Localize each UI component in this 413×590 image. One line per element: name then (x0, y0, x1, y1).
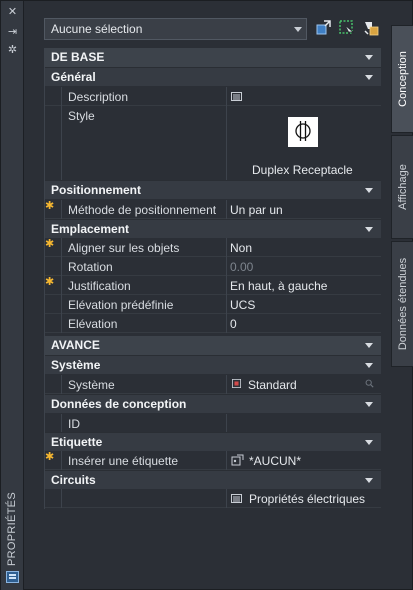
required-star-icon: ✱ (45, 200, 55, 212)
toggle-pickadd-icon[interactable] (315, 19, 333, 37)
selection-value: Aucune sélection (51, 22, 143, 36)
duplex-receptacle-preview-icon[interactable] (288, 117, 318, 147)
property-row-elevation[interactable]: Elévation 0 (45, 314, 381, 333)
chevron-down-icon (365, 343, 373, 348)
property-row-systeme[interactable]: Système Standard (45, 375, 381, 394)
tab-conception[interactable]: Conception (391, 25, 413, 133)
style-name: Duplex Receptacle (252, 163, 353, 177)
chevron-down-icon (294, 27, 302, 32)
property-row-elevation-predefinie[interactable]: Elévation prédéfinie UCS (45, 295, 381, 314)
palette-title: PROPRIÉTÉS (6, 492, 18, 566)
section-avance[interactable]: AVANCE (45, 336, 381, 355)
tag-icon (231, 454, 244, 466)
selection-dropdown[interactable]: Aucune sélection (44, 18, 307, 40)
property-row-id[interactable]: ID (45, 414, 381, 433)
property-row-justification[interactable]: ✱ Justification En haut, à gauche (45, 276, 381, 295)
category-circuits[interactable]: Circuits (45, 470, 381, 489)
chevron-down-icon (365, 440, 373, 445)
property-row-description[interactable]: Description (45, 87, 381, 106)
property-row-style[interactable]: Style Duplex Receptacle (45, 106, 381, 182)
category-etiquette[interactable]: Etiquette (45, 432, 381, 451)
properties-menu-icon[interactable]: ✲ (5, 43, 20, 57)
property-row-rotation[interactable]: Rotation 0.00 (45, 257, 381, 276)
section-de-base[interactable]: DE BASE (45, 48, 381, 67)
property-row-methode[interactable]: ✱ Méthode de positionnement Un par un (45, 200, 381, 219)
category-donnees-de-conception[interactable]: Données de conception (45, 394, 381, 413)
palette-icon (6, 571, 19, 583)
close-icon[interactable]: ✕ (5, 5, 20, 19)
category-systeme[interactable]: Système (45, 355, 381, 374)
property-grid: DE BASE Général Description Style Duplex… (44, 48, 381, 509)
chevron-down-icon (365, 55, 373, 60)
search-icon[interactable] (364, 379, 375, 388)
required-star-icon: ✱ (45, 238, 55, 250)
property-row-aligner[interactable]: ✱ Aligner sur les objets Non (45, 238, 381, 257)
required-star-icon: ✱ (45, 451, 55, 463)
system-icon (232, 379, 241, 388)
property-row-proprietes-electriques[interactable]: Propriétés électriques (45, 489, 381, 508)
properties-palette: ✕ ⇥ ✲ PROPRIÉTÉS Aucune sélection DE BAS… (0, 0, 413, 590)
tab-affichage[interactable]: Affichage (391, 135, 413, 239)
chevron-down-icon (365, 75, 373, 80)
description-edit-icon[interactable] (231, 92, 242, 101)
chevron-down-icon (365, 188, 373, 193)
electrical-properties-icon[interactable] (231, 494, 242, 503)
palette-title-strip: ✕ ⇥ ✲ PROPRIÉTÉS (1, 1, 24, 590)
category-general[interactable]: Général (45, 67, 381, 86)
chevron-down-icon (365, 478, 373, 483)
category-emplacement[interactable]: Emplacement (45, 219, 381, 238)
tab-donnees-etendues[interactable]: Données étendues (391, 241, 413, 367)
chevron-down-icon (365, 402, 373, 407)
chevron-down-icon (365, 227, 373, 232)
chevron-down-icon (365, 363, 373, 368)
property-row-inserer-etiquette[interactable]: ✱ Insérer une étiquette *AUCUN* (45, 451, 381, 470)
auto-hide-icon[interactable]: ⇥ (5, 25, 20, 39)
category-positionnement[interactable]: Positionnement (45, 180, 381, 199)
quick-select-icon[interactable] (362, 19, 380, 37)
required-star-icon: ✱ (45, 276, 55, 288)
select-objects-icon[interactable] (338, 19, 356, 37)
